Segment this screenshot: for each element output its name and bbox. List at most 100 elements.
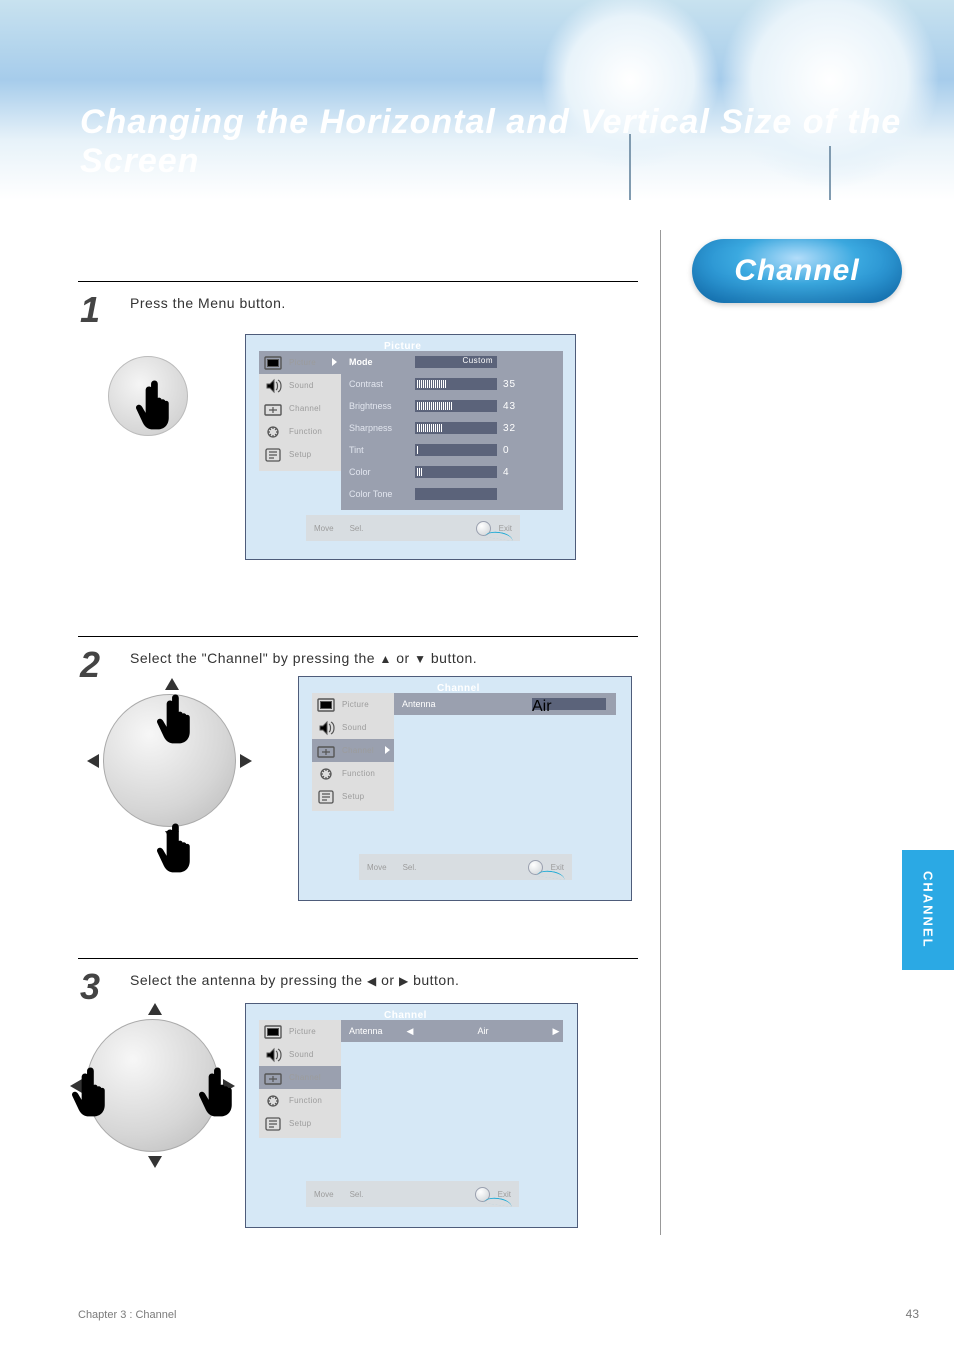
row-number: 35 <box>503 379 523 390</box>
sidebar-item-channel[interactable]: Channel <box>259 397 341 420</box>
arrow-up-icon <box>148 1003 162 1015</box>
sidebar-item-label: Picture <box>289 358 316 367</box>
sidebar-item-label: Channel <box>342 746 374 755</box>
nav-move: Move <box>314 1190 334 1199</box>
row-tint[interactable]: Tint 0 <box>341 439 563 461</box>
sidebar-item-label: Picture <box>289 1027 316 1036</box>
row-contrast[interactable]: Contrast 35 <box>341 373 563 395</box>
triangle-up-icon: ▲ <box>379 652 391 666</box>
sidebar-item-label: Channel <box>289 1073 321 1082</box>
sidebar-item-channel[interactable]: Channel <box>259 1066 341 1089</box>
antenna-value: Air <box>417 1026 549 1036</box>
row-valuebox <box>415 488 497 500</box>
row-label: Brightness <box>341 401 415 411</box>
antenna-source-selector[interactable]: Antenna ◀ Air ▶ <box>341 1020 563 1042</box>
row-number: 0 <box>503 445 523 456</box>
row-number: 4 <box>503 467 523 478</box>
step-text: Select the antenna by pressing the ◀ or … <box>130 972 459 988</box>
row-label: Sharpness <box>341 423 415 433</box>
arrow-down-icon <box>148 1156 162 1168</box>
chevron-right-icon <box>332 358 337 366</box>
osd-navbar: Move Sel. Exit <box>306 515 520 541</box>
vertical-separator <box>660 230 661 1235</box>
sidebar-item-picture[interactable]: Picture <box>259 1020 341 1043</box>
step-3: 3 Select the antenna by pressing the ◀ o… <box>78 958 638 963</box>
osd-panel-picture: Picture Picture Sound Channel Function S… <box>245 334 576 560</box>
step-text: Select the "Channel" by pressing the ▲ o… <box>130 650 477 666</box>
step-number: 3 <box>80 966 100 1008</box>
row-valuebox: Custom <box>415 356 497 368</box>
joystick-leftright-icon <box>70 1003 235 1168</box>
nav-orb-icon <box>475 1187 490 1202</box>
hand-icon <box>132 376 174 430</box>
row-sharpness[interactable]: Sharpness 32 <box>341 417 563 439</box>
row-label: Tint <box>341 445 415 455</box>
sidebar-item-label: Setup <box>289 1119 311 1128</box>
sidebar-item-label: Setup <box>342 792 364 801</box>
nav-exit: Exit <box>551 863 564 872</box>
section-badge: Channel <box>692 239 902 303</box>
sidebar-item-label: Sound <box>289 1050 314 1059</box>
sidebar-item-function[interactable]: Function <box>259 420 341 443</box>
hand-icon <box>153 690 195 744</box>
antenna-row[interactable]: Antenna Air <box>394 693 616 715</box>
page-number: 43 <box>906 1307 919 1321</box>
sidebar-item-picture[interactable]: Picture <box>259 351 341 374</box>
press-menu-icon <box>108 356 188 436</box>
triangle-left-icon: ◀ <box>367 974 377 988</box>
antenna-valuebox: Air <box>532 698 606 710</box>
row-brightness[interactable]: Brightness 43 <box>341 395 563 417</box>
sidebar-item-label: Sound <box>342 723 367 732</box>
triangle-down-icon: ▼ <box>414 652 426 666</box>
osd-sidebar: Picture Sound Channel Function Setup <box>259 1020 341 1138</box>
osd-panel-channel: Channel Picture Sound Channel Function S… <box>298 676 632 901</box>
row-color-tone[interactable]: Color Tone <box>341 483 563 505</box>
sidebar-item-picture[interactable]: Picture <box>312 693 394 716</box>
hand-icon <box>68 1063 110 1117</box>
sidebar-item-channel[interactable]: Channel <box>312 739 394 762</box>
osd-navbar: Move Sel. Exit <box>306 1181 519 1207</box>
row-mode[interactable]: Mode Custom <box>341 351 563 373</box>
nav-move: Move <box>367 863 387 872</box>
sidebar-item-label: Setup <box>289 450 311 459</box>
nav-sel: Sel. <box>403 863 417 872</box>
chevron-right-icon <box>385 746 390 754</box>
side-tab-channel: CHANNEL <box>902 850 954 970</box>
row-label: Color Tone <box>341 489 415 499</box>
row-label: Contrast <box>341 379 415 389</box>
row-slider <box>415 378 497 390</box>
sidebar-item-label: Function <box>289 1096 322 1105</box>
sidebar-item-sound[interactable]: Sound <box>259 1043 341 1066</box>
row-number: 32 <box>503 423 523 434</box>
osd-navbar: Move Sel. Exit <box>359 854 572 880</box>
row-color[interactable]: Color 4 <box>341 461 563 483</box>
hand-icon <box>195 1063 237 1117</box>
sidebar-item-setup[interactable]: Setup <box>312 785 394 808</box>
row-slider <box>415 422 497 434</box>
osd-value-panel: Mode Custom Contrast 35 Brightness 43 Sh… <box>341 351 563 510</box>
sidebar-item-sound[interactable]: Sound <box>312 716 394 739</box>
step-1: 1 Press the Menu button. <box>78 281 638 286</box>
row-slider <box>415 444 497 456</box>
sidebar-item-setup[interactable]: Setup <box>259 1112 341 1135</box>
step-number: 1 <box>80 289 100 331</box>
sidebar-item-function[interactable]: Function <box>312 762 394 785</box>
arrow-right-icon[interactable]: ▶ <box>549 1026 563 1037</box>
nav-orb-icon <box>476 521 491 536</box>
sidebar-item-label: Function <box>289 427 322 436</box>
row-slider <box>415 400 497 412</box>
hand-icon <box>153 819 195 873</box>
sidebar-item-setup[interactable]: Setup <box>259 443 341 466</box>
sidebar-item-label: Sound <box>289 381 314 390</box>
nav-orb-icon <box>528 860 543 875</box>
step-text: Press the Menu button. <box>130 295 286 311</box>
page-title: Changing the Horizontal and Vertical Siz… <box>80 103 954 181</box>
antenna-value: Air <box>532 698 552 715</box>
sidebar-item-sound[interactable]: Sound <box>259 374 341 397</box>
step-2: 2 Select the "Channel" by pressing the ▲… <box>78 636 638 641</box>
antenna-label: Antenna <box>394 699 456 709</box>
sidebar-item-function[interactable]: Function <box>259 1089 341 1112</box>
osd-sidebar: Picture Sound Channel Function Setup <box>312 693 394 811</box>
joystick-updown-icon <box>87 678 252 843</box>
arrow-left-icon[interactable]: ◀ <box>403 1026 417 1037</box>
